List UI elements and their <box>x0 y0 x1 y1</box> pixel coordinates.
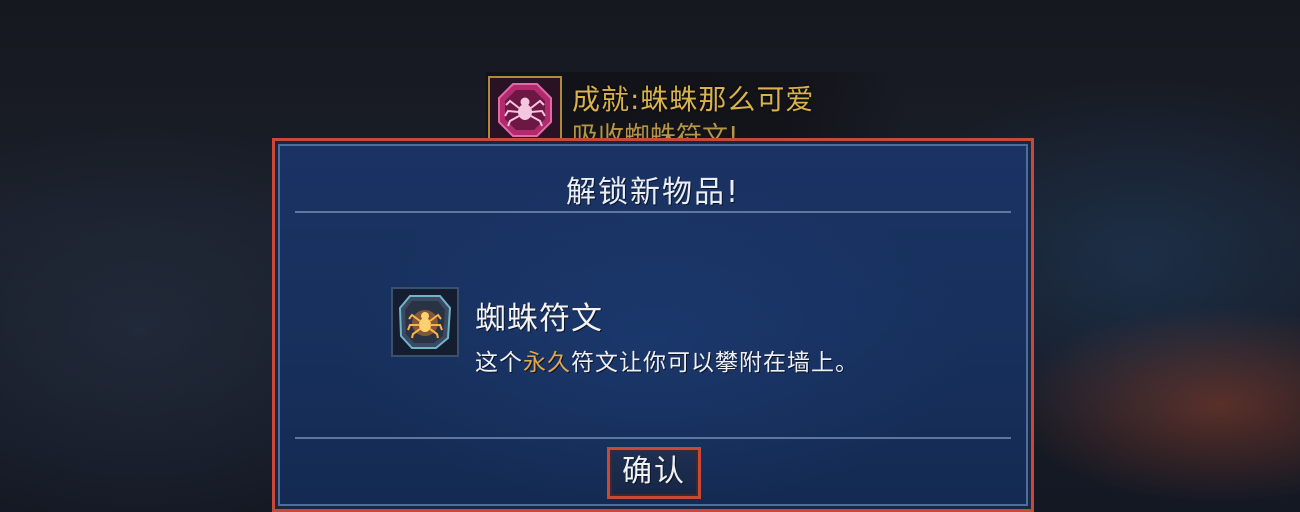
item-description: 这个永久符文让你可以攀附在墙上。 <box>475 343 859 377</box>
item-description-part-3: 符文让你可以攀附在墙上。 <box>571 350 859 376</box>
unlock-dialog: 解锁新物品! 蜘蛛符文 这个永久符文让你可以攀附在墙上。 确认 <box>272 138 1034 512</box>
game-screen: 成就:蛛蛛那么可爱 吸收蜘蛛符文! 解锁新物品! 蜘蛛符文 这个永久符文让你可以… <box>0 0 1300 512</box>
item-description-highlight: 永久 <box>523 350 571 376</box>
item-description-part-1: 这个 <box>475 350 523 376</box>
achievement-title: 成就:蛛蛛那么可爱 <box>572 83 815 116</box>
dialog-title: 解锁新物品! <box>565 175 741 210</box>
spider-rune-icon <box>391 287 459 357</box>
spider-badge-icon <box>488 76 562 144</box>
divider-top <box>295 211 1011 213</box>
item-name: 蜘蛛符文 <box>475 301 603 337</box>
confirm-button[interactable]: 确认 <box>607 447 701 499</box>
divider-bottom <box>295 437 1011 439</box>
